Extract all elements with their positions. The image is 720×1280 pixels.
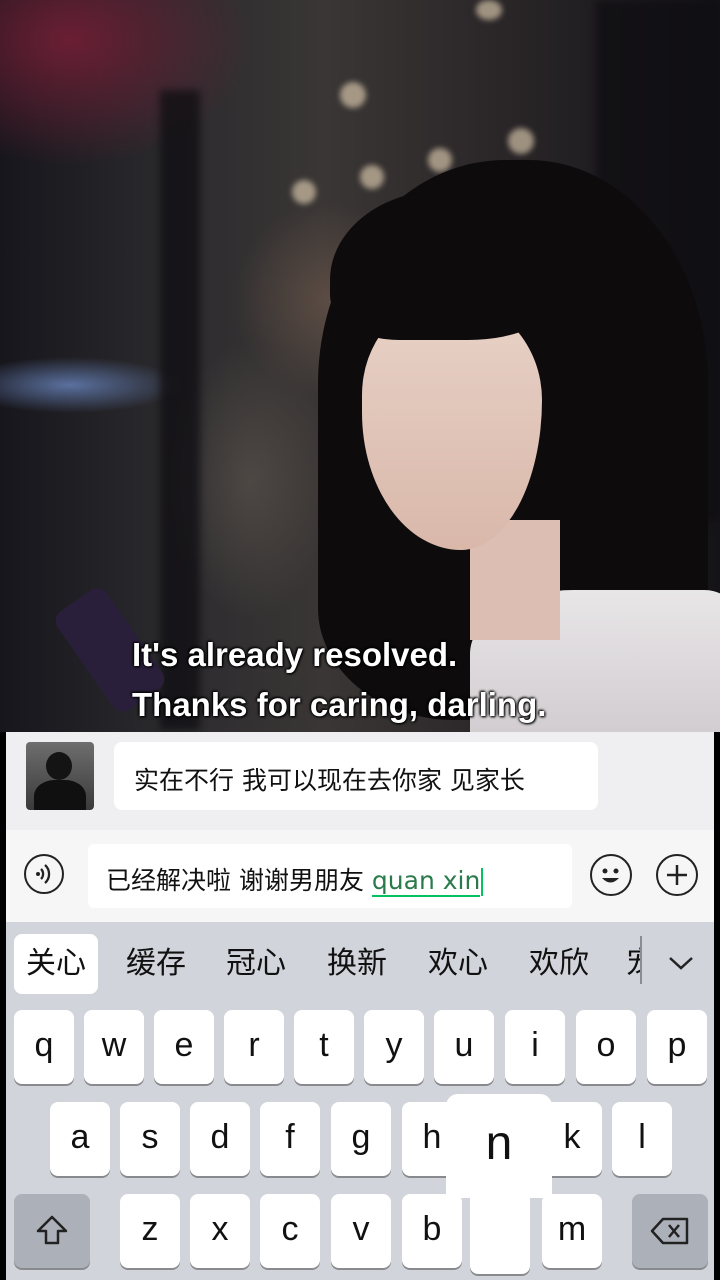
key-e[interactable]: e (154, 1010, 214, 1084)
candidate-divider (640, 936, 642, 984)
candidate-5[interactable]: 欢心 (428, 934, 488, 994)
bokeh-light (360, 165, 384, 189)
key-q[interactable]: q (14, 1010, 74, 1084)
key-z[interactable]: z (120, 1194, 180, 1268)
bokeh-light (340, 82, 366, 108)
bokeh-light (428, 148, 452, 172)
key-s[interactable]: s (120, 1102, 180, 1176)
message-text: 实在不行 我可以现在去你家 见家长 (134, 766, 525, 795)
composing-pinyin: quan xin (371, 866, 481, 897)
subtitle-line-1: It's already resolved. (132, 636, 458, 673)
input-bar: 已经解决啦 谢谢男朋友 quan xin (6, 830, 714, 922)
video-frame: It's already resolved. Thanks for caring… (0, 0, 720, 732)
bokeh-light (292, 180, 316, 204)
subtitle-line-2: Thanks for caring, darling. (132, 686, 547, 723)
chevron-down-icon[interactable] (666, 948, 696, 978)
emoji-button[interactable] (590, 854, 632, 896)
key-u[interactable]: u (434, 1010, 494, 1084)
key-v[interactable]: v (331, 1194, 391, 1268)
key-c[interactable]: c (260, 1194, 320, 1268)
voice-icon (36, 864, 51, 884)
key-a[interactable]: a (50, 1102, 110, 1176)
candidate-7[interactable]: 宠 (626, 934, 640, 994)
text-caret (481, 868, 484, 896)
backspace-key[interactable] (632, 1194, 708, 1268)
candidate-4[interactable]: 换新 (327, 934, 387, 994)
bokeh-light (476, 0, 502, 20)
key-n-popup[interactable]: n (446, 1094, 552, 1274)
key-y[interactable]: y (364, 1010, 424, 1084)
background-pillar (160, 90, 200, 730)
key-i[interactable]: i (505, 1010, 565, 1084)
key-t[interactable]: t (294, 1010, 354, 1084)
key-r[interactable]: r (224, 1010, 284, 1084)
key-f[interactable]: f (260, 1102, 320, 1176)
backspace-icon (650, 1217, 689, 1245)
key-popup-letter: n (446, 1094, 552, 1198)
bokeh-light (508, 128, 534, 154)
candidate-6[interactable]: 欢欣 (529, 934, 589, 994)
key-w[interactable]: w (84, 1010, 144, 1084)
candidate-2[interactable]: 缓存 (126, 934, 186, 994)
avatar-body (34, 780, 86, 810)
emoji-icon (602, 868, 619, 883)
key-d[interactable]: d (190, 1102, 250, 1176)
message-input[interactable]: 已经解决啦 谢谢男朋友 quan xin (88, 844, 572, 908)
committed-text: 已经解决啦 谢谢男朋友 (106, 866, 372, 895)
more-button[interactable] (656, 854, 698, 896)
candidate-3[interactable]: 冠心 (226, 934, 286, 994)
shift-key[interactable] (14, 1194, 90, 1268)
key-p[interactable]: p (647, 1010, 707, 1084)
avatar[interactable] (26, 742, 94, 810)
voice-button[interactable] (24, 854, 64, 894)
message-bubble[interactable]: 实在不行 我可以现在去你家 见家长 (114, 742, 598, 810)
shift-arrow-icon (36, 1215, 68, 1245)
chat-area: 实在不行 我可以现在去你家 见家长 (6, 732, 714, 830)
key-g[interactable]: g (331, 1102, 391, 1176)
candidate-bar: 关心 缓存 冠心 换新 欢心 欢欣 宠 (6, 922, 714, 1008)
candidate-1[interactable]: 关心 (14, 934, 98, 994)
message-input-text: 已经解决啦 谢谢男朋友 quan xin (106, 861, 484, 897)
key-x[interactable]: x (190, 1194, 250, 1268)
key-o[interactable]: o (576, 1010, 636, 1084)
avatar-head (46, 752, 72, 780)
key-l[interactable]: l (612, 1102, 672, 1176)
plus-icon (667, 865, 687, 885)
